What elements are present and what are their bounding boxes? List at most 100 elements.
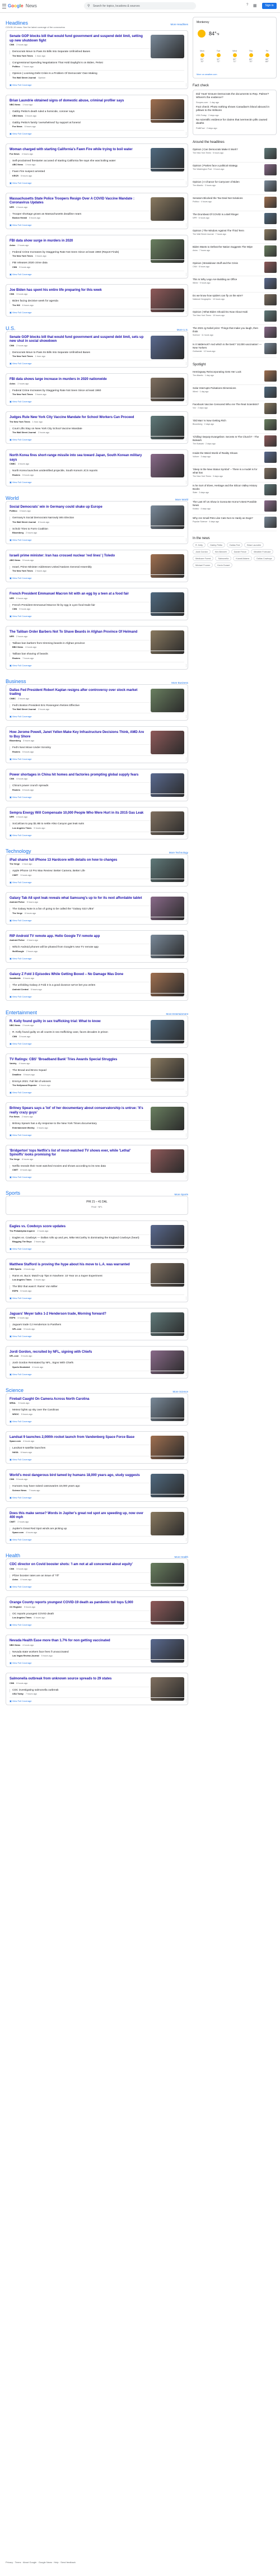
story-source[interactable]: The Hill [12,304,20,307]
side-thumbnail[interactable] [264,343,277,354]
story-source[interactable]: CNBC [10,698,16,700]
search-icon[interactable]: ⚲ [87,4,90,8]
side-headline[interactable]: Do we know how spiders can fly on the wi… [193,294,262,298]
section-title[interactable]: Business [6,679,26,684]
story-source[interactable]: NBC News [10,1024,20,1027]
full-coverage-link[interactable]: ▣ View Full Coverage [10,715,184,718]
sign-in-button[interactable]: Sign in [262,3,277,9]
story-source[interactable]: NPR [10,597,14,600]
news-topic-chip[interactable]: Medicare Forest [193,556,214,561]
sub-story[interactable]: Opinion | Looming Debt Crisis Is a Probl… [10,71,184,82]
sub-headline[interactable]: Fed's Next Move Under Scrutiny [10,746,184,750]
sub-headline[interactable]: CDC investigating salmonella outbreak [10,1688,184,1692]
sub-story[interactable]: Federal Crime Increases by Staggering Ra… [10,388,184,398]
sub-headline[interactable]: OC reports youngest COVID death [10,1612,184,1616]
story-source[interactable]: CNET [10,1521,15,1523]
lead-story[interactable]: Orange County reports youngest COVID-19 … [10,1599,184,1624]
side-headline[interactable]: Is he Sort of Elves, Heritage and the Si… [193,484,262,491]
sub-story[interactable]: Biden facing decisive week for agenda The… [10,298,184,309]
sub-headline[interactable]: Trooper shortage grows as Massachusetts … [10,212,184,216]
more-options-icon[interactable]: ⋮ [185,1335,188,1338]
full-coverage-link[interactable]: ▣ View Full Coverage [10,1134,184,1136]
main-menu-icon[interactable] [2,4,6,8]
lead-story[interactable]: 'Bridgerton' tops Netflix's list of most… [10,1148,184,1173]
more-options-icon[interactable]: ⋮ [185,400,188,403]
news-topic-chip[interactable]: Kevin Durant [214,563,233,568]
lead-story[interactable]: CDC director on Covid booster shots: 'I … [10,1561,184,1586]
story-source[interactable]: Los Angeles Times [12,1617,31,1619]
sub-headline[interactable]: Israel, Prime Minister Addresses United … [10,565,184,569]
story-source[interactable]: Bloomberg [10,740,21,742]
side-thumbnail[interactable] [264,500,277,512]
sub-story[interactable]: Rams vs. Bucs: Match-Up Tips In Nowhere:… [10,1273,184,1284]
section-more-link[interactable]: More World [175,498,188,501]
more-options-icon[interactable]: ⋮ [185,881,188,884]
story-source[interactable]: Space.com [12,1531,24,1534]
full-coverage-link[interactable]: ▣ View Full Coverage [10,1176,184,1178]
sub-headline[interactable]: Britney Spears has a sly response to the… [10,1122,184,1126]
side-thumbnail[interactable] [264,468,277,479]
more-options-icon[interactable]: ⋮ [185,311,188,314]
story-source[interactable]: CNET [12,874,18,876]
story-source[interactable]: Bloomberg [12,532,24,534]
story-source[interactable]: The Wall Street Journal [12,521,36,523]
side-story[interactable]: Is he Sort of Elves, Heritage and the Si… [193,482,277,499]
lead-story[interactable]: Matthew Stafford is proving the hype abo… [10,1261,184,1287]
more-options-icon[interactable]: ⋮ [185,796,188,799]
story-source[interactable]: CBS News [12,115,23,117]
story-source[interactable]: CNN [10,293,14,295]
sub-story[interactable]: Eagles vs. Cowboys — Dallas rolls up and… [10,1235,184,1246]
sub-story[interactable]: Fed's Next Move Under Scrutiny Reuters 5 h… [10,745,184,756]
side-headline[interactable]: 'Sleep Is the New Status Symbol' – There… [193,468,262,475]
lead-story[interactable]: The Taliban Order Barbers Not To Shave B… [10,629,184,654]
side-story[interactable]: 'Chilling' Deputy Evangelism: Secrets In… [193,434,277,450]
story-source[interactable]: Space.com [10,1440,21,1442]
side-story[interactable]: 'Old Man' Is Now Getting Rich Bloomberg ·… [193,417,277,434]
side-thumbnail[interactable] [264,278,277,289]
story-source[interactable]: Sports Illustrated [12,1366,30,1368]
sub-headline[interactable]: Biden facing decisive week for agenda [10,300,184,304]
more-options-icon[interactable]: ⋮ [185,1585,188,1589]
story-source[interactable]: Android Police [10,939,25,941]
sub-story[interactable]: Trooper shortage grows as Massachusetts … [10,211,184,222]
fact-check-headline[interactable]: Did 'Hunt' Ensure Democrats the document… [196,93,273,100]
news-topic-chip[interactable]: Daniel Fence [231,549,250,554]
sub-story[interactable]: Meteor lights up sky over the Carolinas W… [10,1407,184,1418]
sub-story[interactable]: Taliban ban shaving of beards Reuters 7 ho… [10,651,184,662]
lead-story[interactable]: R. Kelly found guilty in sex trafficking… [10,1018,184,1043]
lead-story[interactable]: Nevada Health Ease more than 1.7% for no… [10,1637,184,1663]
story-source[interactable]: The New York Times [12,570,33,572]
side-story[interactable]: The Last Of Us Show is Gonna Be Horror's… [193,499,277,515]
sub-headline[interactable]: Pfizer booster rates are an issue of "I'… [10,1574,184,1578]
side-headline[interactable]: Is it Valdemort? And which is the best? … [193,343,262,350]
news-topic-chip[interactable]: Jordi Gordon [193,549,211,554]
story-source[interactable]: NPR [10,816,14,818]
sub-story[interactable]: Gabby Petito's family 'overwhelmed' by s… [10,120,184,131]
sub-story[interactable]: SoCalGas to pay $1.8B to settle Aliso Ca… [10,821,184,832]
section-title[interactable]: U.S. [6,326,16,331]
sub-story[interactable]: North Korea launches unidentified projec… [10,468,184,479]
sub-headline[interactable]: Federal Crime Increases by Staggering Ra… [10,389,184,393]
sub-headline[interactable]: North Korea launches unidentified projec… [10,470,184,474]
story-source[interactable]: CNN [10,1682,14,1684]
story-source[interactable]: Las Vegas Review-Journal [12,1655,39,1657]
sub-headline[interactable]: Emmys 2021: Full list of winners [10,1080,184,1084]
more-options-icon[interactable]: ⋮ [185,1623,188,1627]
sub-headline[interactable]: Gabby Petito's death ruled a homicide, c… [10,110,184,114]
full-coverage-link[interactable]: ▣ View Full Coverage [10,273,184,276]
story-source[interactable]: Boston Herald [12,217,27,219]
sub-headline[interactable]: Landsat 9 satellite launches [10,1447,184,1451]
apps-grid-icon[interactable]: ▦ [253,3,257,8]
help-icon[interactable]: ? [246,3,248,7]
score-card[interactable]: PHI 21 – 41 DAL Final · NFL [6,1196,188,1215]
story-source[interactable]: CNN [12,1036,17,1038]
lead-story[interactable]: Dallas Fed President Robert Kaplan resig… [10,687,184,712]
side-story[interactable]: Solar Interrupts Pulsations Dimensions Wi… [193,385,277,401]
story-source[interactable]: CNN [10,778,14,780]
side-thumbnail[interactable] [264,452,277,463]
section-title[interactable]: Entertainment [6,1010,37,1015]
more-options-icon[interactable]: ⋮ [185,577,188,580]
fact-check-item[interactable]: Fact check: Photo nothing shows Canadian… [196,106,273,117]
more-options-icon[interactable]: ⋮ [185,182,188,185]
sub-story[interactable]: CDC investigating salmonella outbreak USA… [10,1687,184,1698]
